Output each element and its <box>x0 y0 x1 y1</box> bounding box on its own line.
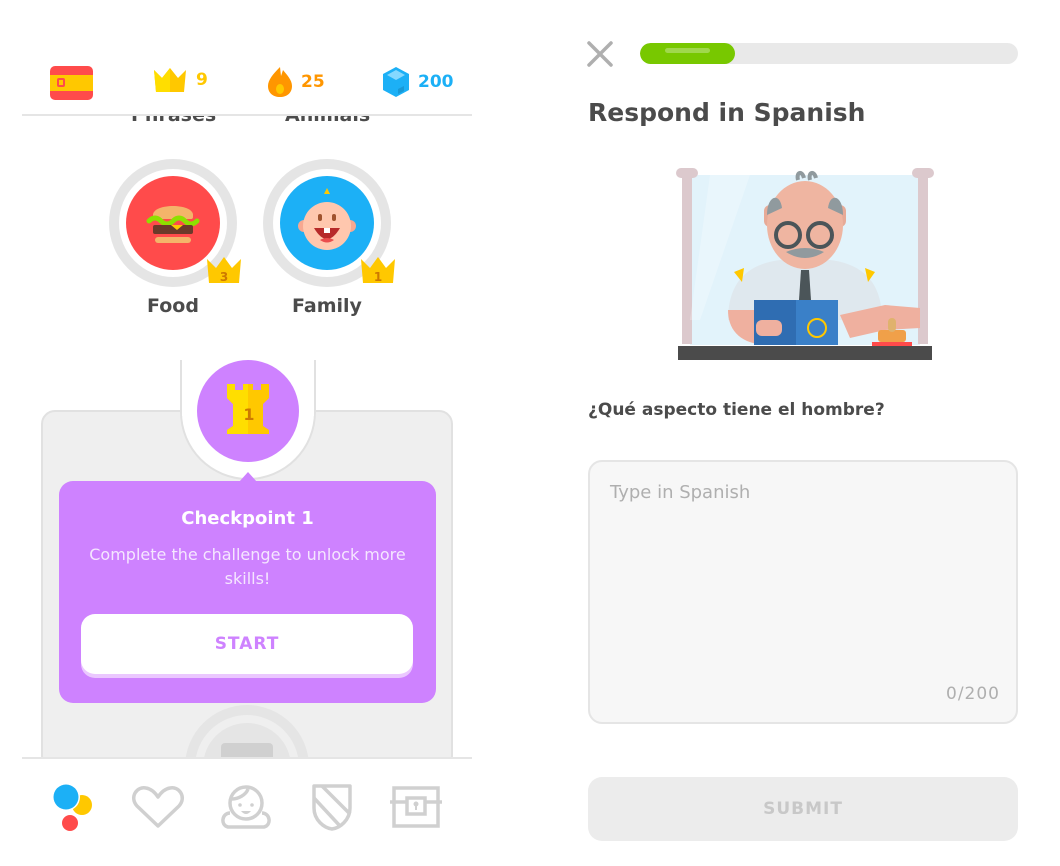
crown-level-value: 1 <box>374 270 382 284</box>
answer-box: 0/200 <box>588 460 1018 724</box>
streak-count: 25 <box>301 72 325 92</box>
crown-icon <box>152 66 188 94</box>
start-button[interactable]: START <box>81 614 413 674</box>
stats-bar: 9 25 200 <box>22 56 472 116</box>
skill-ring: 1 <box>263 159 395 287</box>
skill-ring: 3 <box>109 159 241 287</box>
nav-hearts[interactable] <box>130 781 186 837</box>
checkpoint-node[interactable]: 1 <box>197 360 299 462</box>
checkpoint-description: Complete the challenge to unlock more sk… <box>89 545 406 588</box>
skill-family[interactable]: 1 Family <box>263 159 395 317</box>
gem-icon <box>382 66 410 98</box>
castle-tower-icon: 1 <box>225 382 271 440</box>
profile-face-icon <box>218 783 274 835</box>
exercise-title: Respond in Spanish <box>588 98 866 127</box>
nav-leagues[interactable] <box>304 781 360 837</box>
skill-label: Food <box>147 295 199 317</box>
spain-flag-icon[interactable] <box>50 66 93 100</box>
nav-learn[interactable] <box>44 781 100 837</box>
heart-icon <box>131 784 185 834</box>
nav-shop[interactable] <box>388 781 444 837</box>
progress-fill <box>640 43 735 64</box>
skill-label: Family <box>292 295 362 317</box>
checkpoint-title: Checkpoint 1 <box>181 508 314 529</box>
nav-profile[interactable] <box>218 781 274 837</box>
crown-level-value: 3 <box>220 270 228 284</box>
gems-count: 200 <box>418 72 454 92</box>
close-button[interactable] <box>586 40 614 68</box>
gems-stat[interactable]: 200 <box>382 66 454 98</box>
lesson-progress-bar <box>640 43 1018 64</box>
treasure-chest-icon <box>389 784 443 834</box>
crowns-stat[interactable]: 9 <box>152 66 208 94</box>
skill-food[interactable]: 3 Food <box>109 159 241 317</box>
close-icon <box>586 41 614 72</box>
shield-icon <box>310 782 354 836</box>
exercise-panel: Respond in Spanish ¿Qué aspecto tiene el… <box>560 0 1060 866</box>
passport-officer-illustration <box>670 160 940 370</box>
checkpoint-popover: Checkpoint 1 Complete the challenge to u… <box>59 472 436 703</box>
checkpoint-number: 1 <box>243 405 254 424</box>
flame-icon <box>267 66 293 98</box>
character-counter: 0/200 <box>946 684 1000 704</box>
question-text: ¿Qué aspecto tiene el hombre? <box>588 400 885 420</box>
crown-level-badge: 1 <box>359 255 397 289</box>
bottom-nav <box>22 757 472 866</box>
learn-dots-icon <box>50 781 94 837</box>
streak-stat[interactable]: 25 <box>267 66 325 98</box>
submit-button[interactable]: SUBMIT <box>588 777 1018 841</box>
crowns-count: 9 <box>196 70 208 90</box>
answer-input[interactable] <box>590 462 1016 722</box>
skill-tree-panel: Phrases Animals 9 <box>0 0 500 866</box>
crown-level-badge: 3 <box>205 255 243 289</box>
